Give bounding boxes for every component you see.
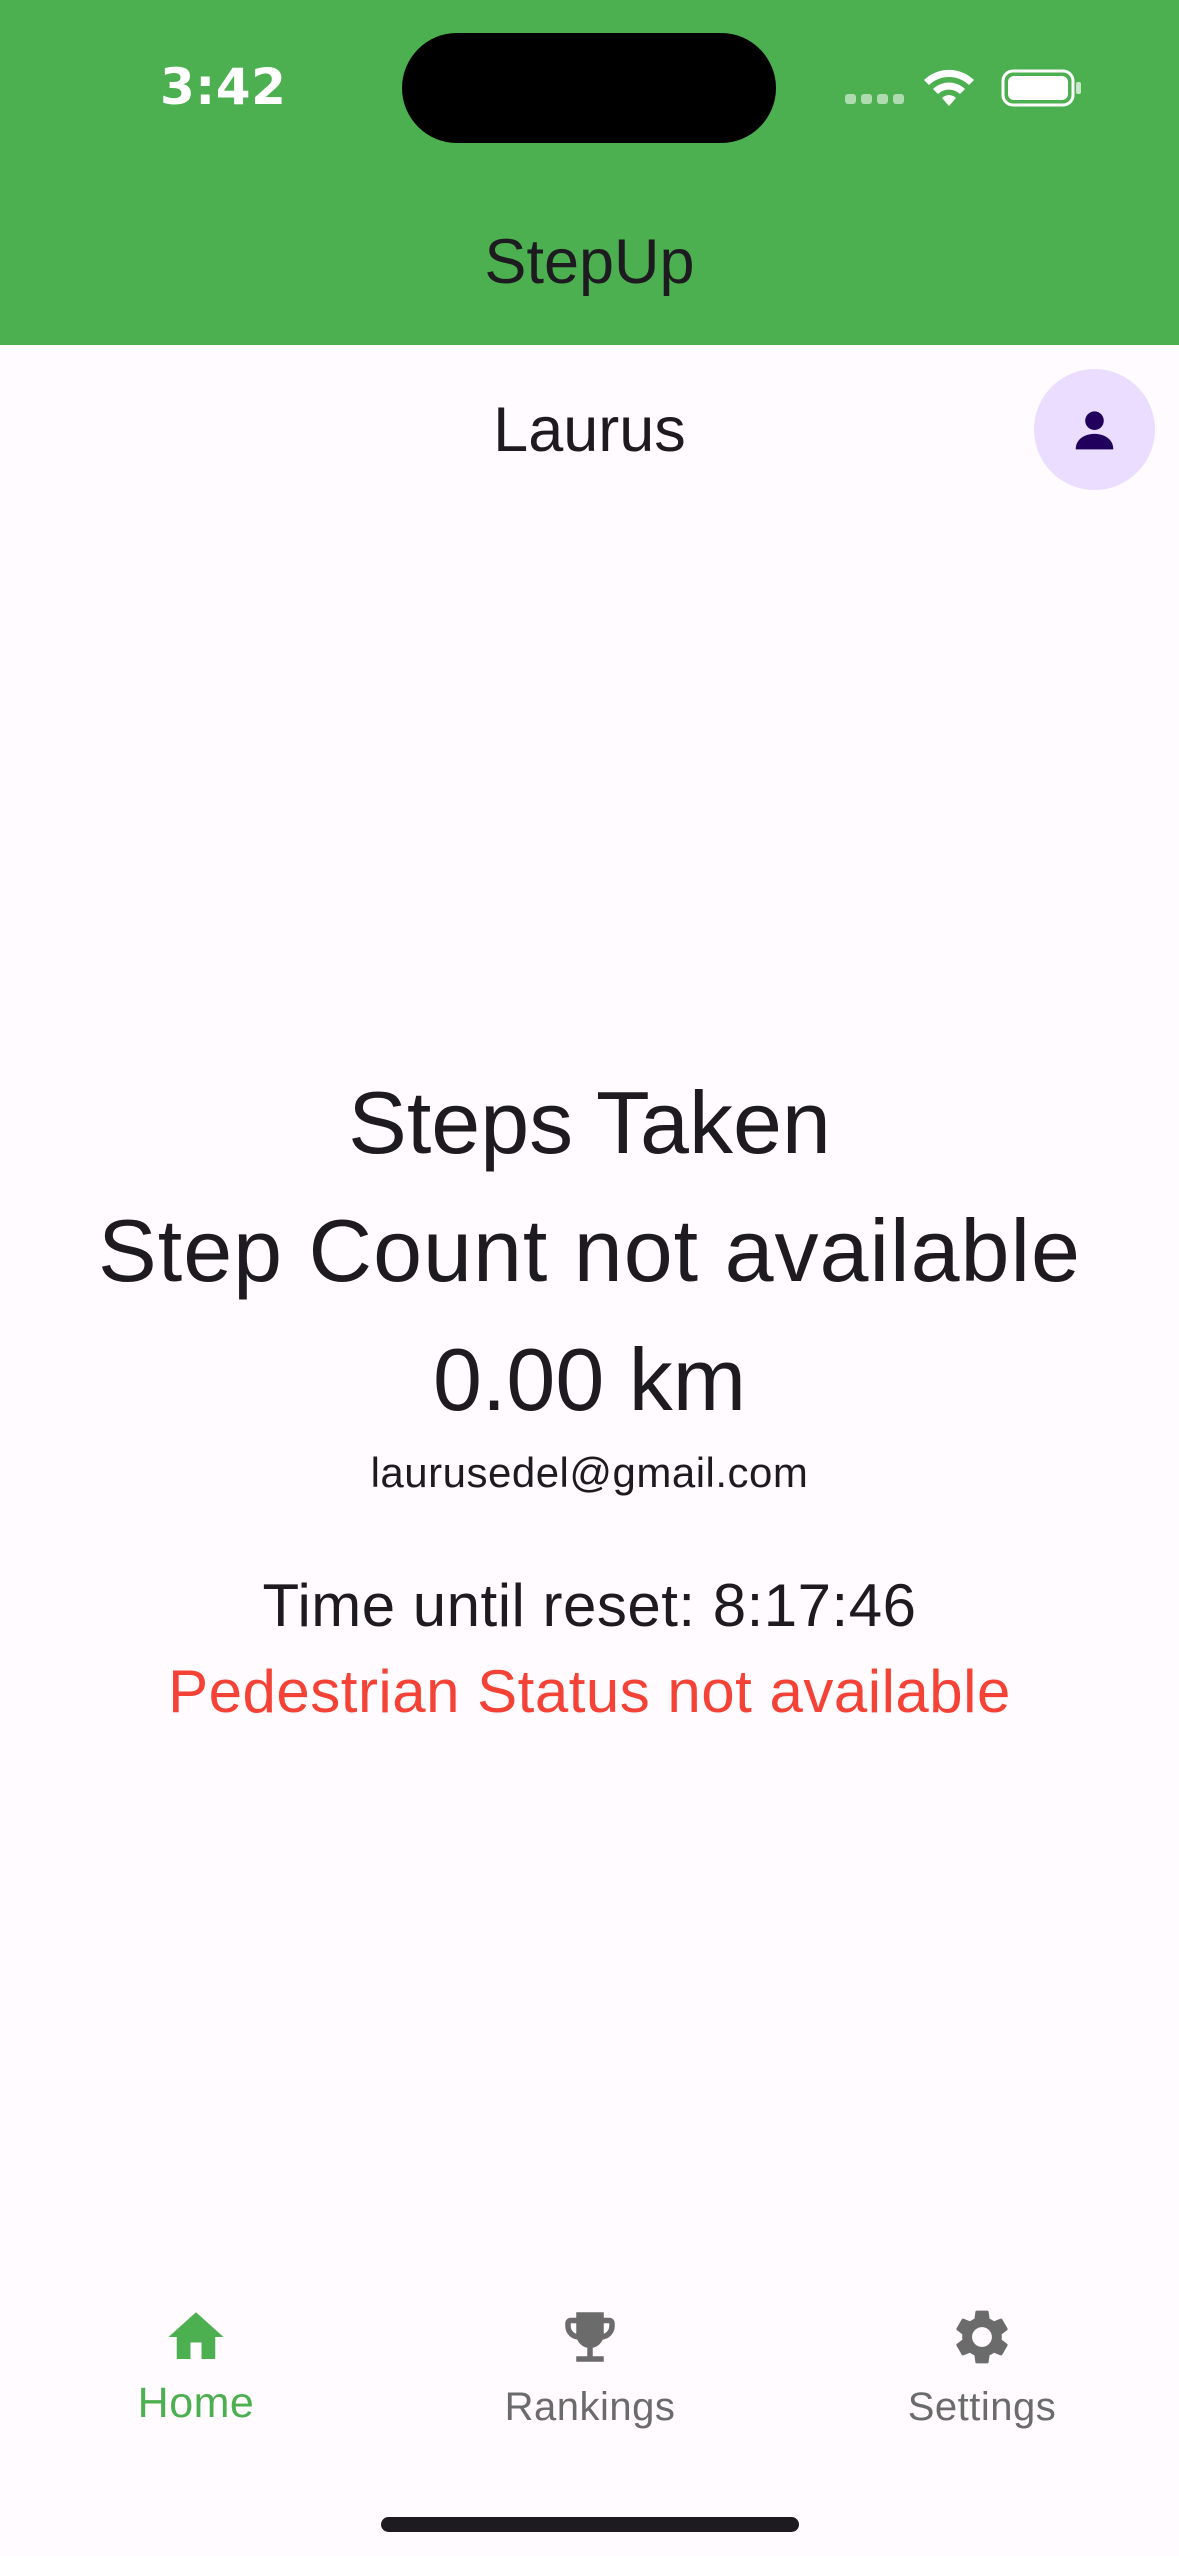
steps-title: Steps Taken — [348, 1073, 831, 1172]
dynamic-island — [402, 33, 776, 143]
profile-button[interactable] — [1034, 369, 1155, 490]
distance: 0.00 km — [432, 1330, 747, 1429]
app-header: 3:42 StepUp — [0, 0, 1179, 345]
gear-icon — [956, 2310, 1008, 2364]
status-icons — [845, 66, 1085, 112]
nav-item-settings[interactable]: Settings — [832, 2290, 1132, 2450]
person-icon — [1075, 411, 1114, 450]
app-title: StepUp — [484, 227, 695, 297]
nav-label-home: Home — [137, 2379, 255, 2427]
nav-item-home[interactable]: Home — [46, 2290, 346, 2450]
home-icon — [168, 2312, 224, 2359]
user-email: laurusedel@gmail.com — [370, 1449, 809, 1496]
nav-label-settings: Settings — [907, 2385, 1057, 2429]
status-bar-time: 3:42 — [160, 58, 287, 116]
battery-icon — [1001, 69, 1081, 107]
wifi-icon — [924, 69, 974, 106]
nav-label-rankings: Rankings — [504, 2385, 676, 2429]
home-indicator[interactable] — [381, 2517, 799, 2532]
trophy-icon — [565, 2312, 615, 2362]
nav-item-rankings[interactable]: Rankings — [440, 2290, 740, 2450]
username: Laurus — [493, 395, 686, 465]
bottom-navigation: Home Rankings Settings — [0, 2290, 1179, 2450]
reset-timer: Time until reset: 8:17:46 — [262, 1572, 917, 1639]
step-count: Step Count not available — [98, 1201, 1081, 1300]
cellular-signal-icon — [845, 94, 905, 104]
pedestrian-status: Pedestrian Status not available — [168, 1658, 1011, 1725]
